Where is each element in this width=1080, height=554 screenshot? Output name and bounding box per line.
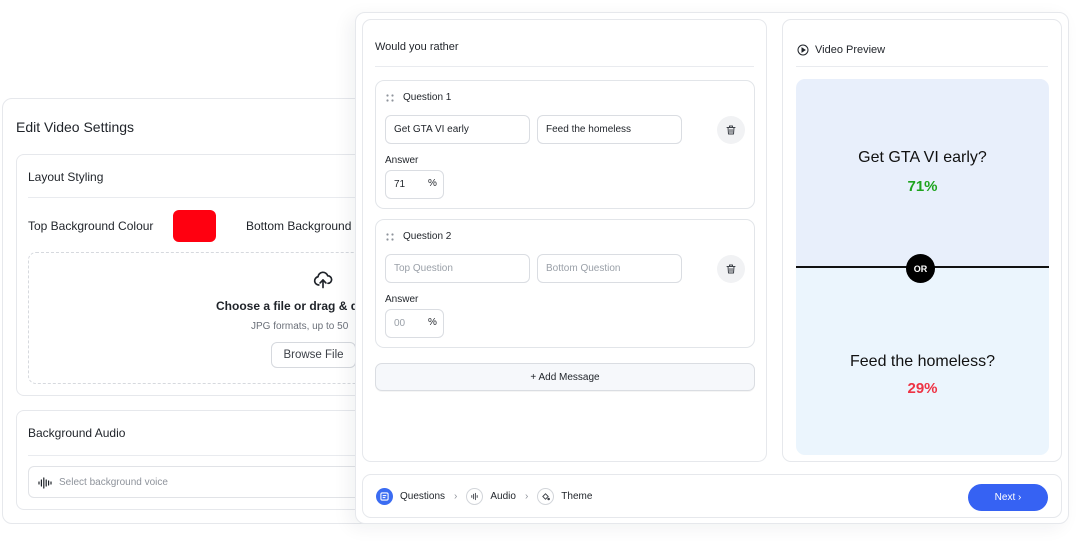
bottom-question-input[interactable] [537, 115, 682, 144]
questions-icon[interactable] [376, 488, 393, 505]
upload-subtitle: JPG formats, up to 50 [251, 321, 349, 332]
preview-header: Video Preview [797, 44, 885, 56]
question-label: Question 2 [403, 231, 452, 242]
layout-styling-title: Layout Styling [28, 170, 104, 184]
top-bg-color-label: Top Background Colour [28, 219, 154, 233]
answer-field: % [385, 309, 444, 338]
play-circle-icon [797, 44, 809, 56]
editor-title: Would you rather [375, 41, 459, 53]
drag-handle-icon[interactable] [386, 233, 394, 241]
top-question-input[interactable] [385, 115, 530, 144]
top-question-input[interactable] [385, 254, 530, 283]
top-bg-color-swatch[interactable] [173, 210, 216, 242]
preview-bottom-percent: 29% [907, 380, 938, 397]
background-audio-title: Background Audio [28, 426, 126, 440]
delete-question-button[interactable] [717, 255, 745, 283]
step-questions[interactable]: Questions [400, 491, 445, 502]
video-preview-card: Video Preview OR Get GTA VI early? 71% F… [782, 19, 1062, 462]
trash-icon [726, 125, 736, 135]
answer-percent-input[interactable] [386, 310, 424, 337]
preview-bottom-question: Feed the homeless? [850, 353, 995, 370]
paint-bucket-icon[interactable] [537, 488, 555, 505]
wizard-footer: Questions › Audio › Theme Next › [362, 474, 1062, 518]
answer-label: Answer [385, 294, 419, 305]
chevron-right-icon: › [454, 491, 458, 502]
question-editor-panel: Would you rather Question 1 Answer % [355, 12, 1069, 524]
question-card: Question 2 Answer % [375, 219, 755, 348]
answer-label: Answer [385, 155, 419, 166]
divider [796, 66, 1048, 67]
voice-select-placeholder: Select background voice [59, 477, 168, 488]
browse-file-button[interactable]: Browse File [271, 342, 356, 368]
step-theme[interactable]: Theme [561, 491, 592, 502]
question-label: Question 1 [403, 92, 452, 103]
chevron-right-icon: › [524, 491, 529, 502]
or-badge: OR [906, 254, 935, 283]
answer-field: % [385, 170, 444, 199]
add-message-button[interactable]: + Add Message [375, 363, 755, 391]
delete-question-button[interactable] [717, 116, 745, 144]
divider [375, 66, 754, 67]
percent-symbol: % [428, 178, 437, 189]
bottom-bg-color-label: Bottom Background [246, 219, 352, 233]
would-you-rather-card: Would you rather Question 1 Answer % [362, 19, 767, 462]
upload-title: Choose a file or drag & dr [216, 299, 363, 313]
step-breadcrumb: Questions › Audio › Theme [376, 488, 592, 505]
preview-title: Video Preview [815, 44, 886, 56]
drag-handle-icon[interactable] [386, 94, 394, 102]
next-button[interactable]: Next › [968, 484, 1048, 511]
preview-top-half [796, 79, 1049, 267]
audio-icon[interactable] [466, 488, 484, 505]
step-audio[interactable]: Audio [490, 491, 516, 502]
cloud-upload-icon [313, 271, 333, 289]
bottom-question-input[interactable] [537, 254, 682, 283]
preview-top-question: Get GTA VI early? [858, 149, 987, 166]
question-card: Question 1 Answer % [375, 80, 755, 209]
preview-top-percent: 71% [907, 178, 938, 195]
preview-screen: OR Get GTA VI early? 71% Feed the homele… [796, 79, 1049, 455]
settings-title: Edit Video Settings [16, 119, 135, 135]
percent-symbol: % [428, 317, 437, 328]
sound-wave-icon [38, 477, 52, 489]
trash-icon [726, 264, 736, 274]
answer-percent-input[interactable] [386, 171, 424, 198]
